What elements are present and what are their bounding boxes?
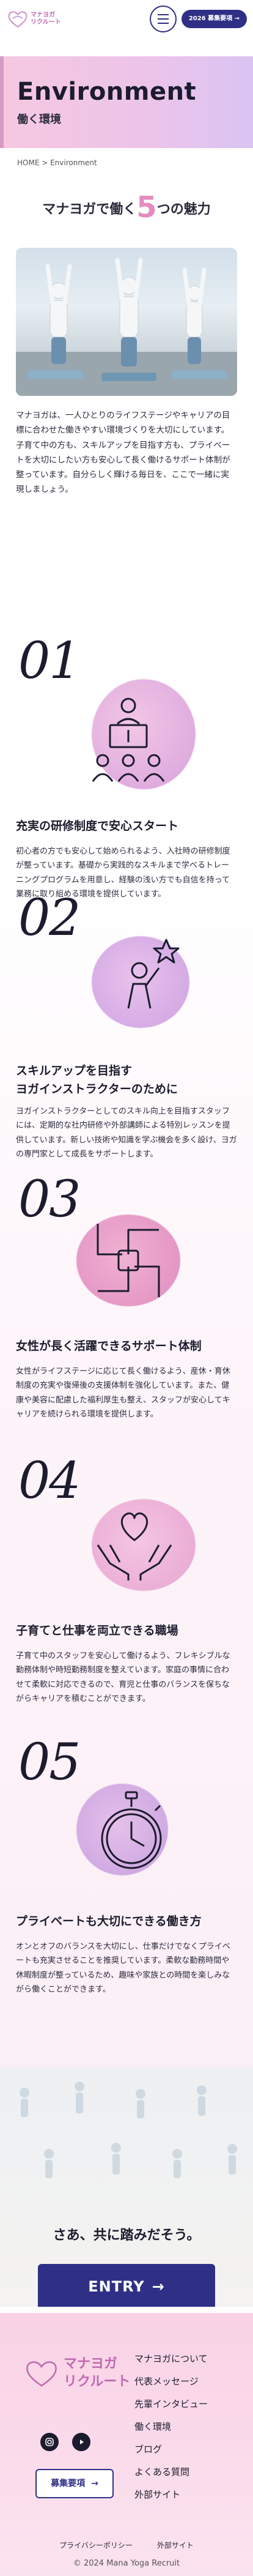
section-number: 02 xyxy=(18,889,81,947)
menu-bar-icon xyxy=(157,23,169,24)
footer-logo-line2: リクルート xyxy=(64,2373,131,2389)
section-title: プライベートも大切にできる働き方 xyxy=(16,1915,202,1928)
cta-heading: さあ、共に踏みだそう。 xyxy=(53,2228,200,2243)
section-number: 03 xyxy=(18,1171,81,1229)
section-number: 04 xyxy=(18,1452,81,1510)
intro-text: マナヨガは、一人ひとりのライフステージやキャリアの目標に合わせた働きやすい環境づ… xyxy=(16,411,230,495)
hands-heart-icon xyxy=(97,1512,172,1580)
footer-recruit-label: 募集要項 xyxy=(51,2478,86,2489)
footer-nav-about[interactable]: マナヨガについて xyxy=(134,2355,208,2364)
feature-section-05: 05 プライベートも大切にできる働き方 オンとオフのバランスを大切にし、仕事だけ… xyxy=(0,1738,253,2007)
feature-section-02: 02 スキルアップを目指す ヨガインストラクターのために ヨガインストラクターと… xyxy=(0,889,253,1160)
section-text: 女性がライフステージに応じて長く働けるよう、産休・育休制度の充実や復帰後の支援体… xyxy=(16,1367,230,1420)
entry-cta-section: さあ、共に踏みだそう。 ENTRY → xyxy=(0,2068,253,2307)
footer-logo[interactable]: マナヨガ リクルート xyxy=(24,2356,130,2391)
joined-hands-icon xyxy=(97,1224,160,1297)
footer-nav-external[interactable]: 外部サイト xyxy=(134,2490,208,2500)
intro-title-prefix: マナヨガで働く xyxy=(42,202,137,217)
entry-button-label: ENTRY xyxy=(88,2278,145,2295)
heart-logo-icon xyxy=(26,2361,57,2387)
feature-section-03: 03 女性が長く活躍できるサポート体制 女性がライフステージに応じて長く働けるよ… xyxy=(0,1175,253,1432)
trainer-with-students-icon xyxy=(92,698,165,782)
person-star-icon xyxy=(127,939,180,1009)
section-title: 子育てと仕事を両立できる職場 xyxy=(16,1624,178,1637)
menu-button[interactable] xyxy=(149,6,177,32)
site-logo[interactable]: マナヨガ リクルート xyxy=(7,10,61,28)
footer-nav-blog[interactable]: ブログ xyxy=(134,2445,208,2454)
footer-recruit-button[interactable]: 募集要項 → xyxy=(35,2469,114,2498)
heart-logo-icon xyxy=(8,11,28,28)
breadcrumb: HOME > Environment xyxy=(17,158,97,167)
feature-section-01: 01 充実の研修制度で安心スタート 初心者の方でも安心して始められるよう、入社時… xyxy=(0,632,253,899)
external-site-link[interactable]: 外部サイト xyxy=(157,2539,194,2552)
page-hero: Environment 働く環境 xyxy=(0,56,253,148)
intro-title-number: 5 xyxy=(136,190,157,225)
yoga-class-photo xyxy=(16,248,237,396)
section-title: 女性が長く活躍できるサポート体制 xyxy=(16,1339,202,1353)
section-text: ヨガインストラクターとしてのスキル向上を目指すスタッフには、定期的な社内研修や外… xyxy=(16,1107,237,1160)
intro-heading: マナヨガで働く5つの魅力 xyxy=(0,182,253,233)
intro-title-suffix: つの魅力 xyxy=(156,202,211,217)
section-text: 子育て中のスタッフを安心して働けるよう、フレキシブルな勤務体制や時短勤務制度を整… xyxy=(16,1651,230,1704)
footer-logo-line1: マナヨガ xyxy=(64,2356,118,2372)
section-number: 01 xyxy=(18,632,81,690)
section-title: 充実の研修制度で安心スタート xyxy=(16,819,179,833)
page-subtitle: 働く環境 xyxy=(17,113,61,126)
logo-line1: マナヨガ xyxy=(31,12,55,18)
section-number: 05 xyxy=(18,1733,81,1792)
section-text: オンとオフのバランスを大切にし、仕事だけでなくプライベートも充実させることを推奨… xyxy=(16,1942,230,1995)
stopwatch-icon xyxy=(101,1791,162,1869)
footer-nav-faq[interactable]: よくある質問 xyxy=(134,2468,208,2477)
menu-bar-icon xyxy=(157,14,169,15)
copyright: © 2024 Mana Yoga Recruit xyxy=(73,2559,180,2568)
instagram-icon[interactable] xyxy=(40,2433,59,2451)
feature-section-04: 04 子育てと仕事を両立できる職場 子育て中のスタッフを安心して働けるよう、フレ… xyxy=(0,1456,253,1713)
arrow-right-icon: → xyxy=(152,2278,165,2295)
yoga-class-illustration xyxy=(16,258,237,396)
entry-button[interactable]: ENTRY → xyxy=(38,2264,215,2307)
section-title: スキルアップを目指す ヨガインストラクターのために xyxy=(16,1064,178,1096)
page-title: Environment xyxy=(17,78,197,106)
arrow-right-icon: → xyxy=(91,2478,98,2489)
footer-nav-interview[interactable]: 先輩インタビュー xyxy=(134,2400,208,2409)
youtube-icon[interactable] xyxy=(72,2433,90,2451)
page: マナヨガ リクルート 2026 募集要項 → Environment 働く環境 … xyxy=(0,0,253,2576)
logo-line2: リクルート xyxy=(31,19,61,26)
footer-nav: マナヨガについて 代表メッセージ 先輩インタビュー 働く環境 ブログ よくある質… xyxy=(134,2355,208,2513)
footer-nav-environment[interactable]: 働く環境 xyxy=(134,2422,208,2432)
recruit-pill-button[interactable]: 2026 募集要項 → xyxy=(181,10,247,28)
footer-nav-message[interactable]: 代表メッセージ xyxy=(134,2377,208,2386)
site-header: マナヨガ リクルート 2026 募集要項 → xyxy=(0,0,253,38)
menu-bar-icon xyxy=(157,18,169,20)
yoga-figures-pattern xyxy=(20,2082,237,2178)
privacy-policy-link[interactable]: プライバシーポリシー xyxy=(59,2539,133,2552)
site-footer: マナヨガ リクルート 募集要項 → マナヨガについて 代表メッセージ 先輩インタ… xyxy=(0,2313,253,2576)
